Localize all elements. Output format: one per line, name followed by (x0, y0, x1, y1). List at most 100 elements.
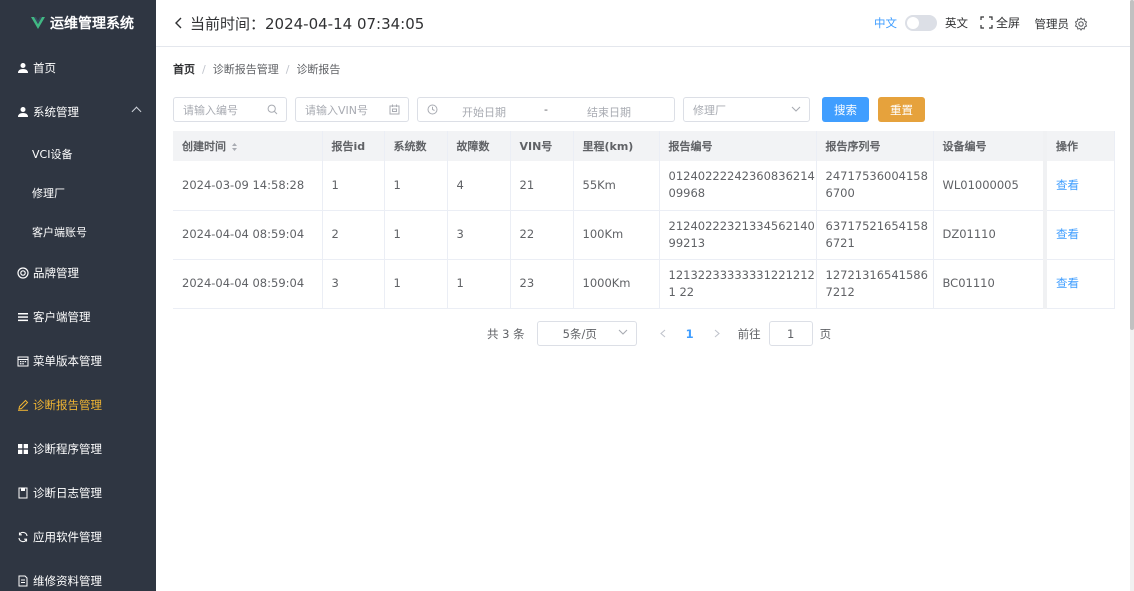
user-name: 管理员 (1034, 17, 1070, 31)
table-cell: 127213165415867212 (816, 259, 934, 309)
sidebar-item-diag-log[interactable]: 诊断日志管理 (0, 471, 156, 515)
code-search-input[interactable]: 请输入编号 (173, 97, 287, 122)
table-cell: 2024-04-04 08:59:04 (173, 210, 323, 260)
column-header: 操作 (1043, 131, 1115, 161)
back-chevron-icon[interactable] (174, 17, 186, 29)
breadcrumb: 首页 / 诊断报告管理 / 诊断报告 (173, 61, 340, 77)
table-cell: 1 (384, 259, 448, 309)
table-cell: 1 (384, 210, 448, 260)
sidebar-item-system[interactable]: 系统管理 (0, 90, 156, 134)
scrollbar-thumb[interactable] (1130, 0, 1134, 330)
sidebar-item-label: 诊断日志管理 (33, 486, 102, 500)
table-cell: 100Km (573, 210, 660, 260)
app-root: 运维管理系统 首页 系统管理 VCI设备 修理厂 客户端账号 品牌管理 客户端管… (0, 0, 1134, 591)
column-header: 报告序列号 (816, 131, 934, 161)
refresh-icon (17, 531, 29, 543)
fullscreen-button[interactable]: 全屏 (980, 14, 1020, 31)
clock-icon (427, 104, 438, 115)
sort-icon[interactable] (231, 142, 238, 152)
breadcrumb-separator: / (202, 62, 206, 76)
table-cell: 21 (510, 161, 574, 211)
grid-icon (17, 443, 29, 455)
column-header: 报告编号 (659, 131, 817, 161)
table-cell: 1 (447, 259, 511, 309)
sidebar-item-brand[interactable]: 品牌管理 (0, 251, 156, 295)
end-date-input[interactable]: 结束日期 (587, 104, 631, 120)
sidebar-item-home[interactable]: 首页 (0, 46, 156, 90)
sidebar-item-label: 维修资料管理 (33, 574, 102, 588)
lang-zh-label: 中文 (873, 15, 897, 30)
language-switch: 中文 英文 全屏 (874, 14, 1020, 31)
pagination-total: 共 3 条 (487, 326, 525, 341)
sidebar-item-repair-doc[interactable]: 维修资料管理 (0, 559, 156, 591)
repair-shop-select[interactable]: 修理厂 (683, 97, 810, 122)
sidebar-item-label: 客户端管理 (33, 310, 91, 324)
sidebar-subitem-vci[interactable]: VCI设备 (0, 134, 156, 173)
sidebar-item-menu-version[interactable]: 菜单版本管理 (0, 339, 156, 383)
table-cell: DZ01110 (933, 210, 1046, 260)
table-cell: 4 (447, 161, 511, 211)
breadcrumb-level2: 诊断报告 (296, 63, 341, 76)
sidebar-item-label: 修理厂 (32, 186, 65, 200)
sidebar-item-label: 诊断程序管理 (33, 442, 102, 456)
top-header: 当前时间：2024-04-14 07:34:05 中文 英文 全屏 管理员 (156, 0, 1130, 47)
breadcrumb-level1: 诊断报告管理 (212, 63, 279, 76)
column-header: VIN号 (510, 131, 574, 161)
table-cell: 3 (447, 210, 511, 260)
page-number-current[interactable]: 1 (686, 327, 694, 341)
search-button[interactable]: 搜索 (822, 97, 869, 122)
table-header-row: 创建时间 报告id 系统数 故障数 VIN号 里程(km) 报告编号 报告序列号… (173, 131, 1115, 161)
prev-page-button[interactable] (657, 328, 669, 340)
breadcrumb-home[interactable]: 首页 (173, 61, 195, 77)
sidebar: 运维管理系统 首页 系统管理 VCI设备 修理厂 客户端账号 品牌管理 客户端管… (0, 0, 156, 591)
view-link[interactable]: 查看 (1043, 210, 1115, 260)
calendar-icon (17, 355, 29, 367)
sidebar-item-label: VCI设备 (32, 147, 73, 161)
sidebar-item-diag-report[interactable]: 诊断报告管理 (0, 383, 156, 427)
vin-search-input[interactable]: 请输入VIN号 (295, 97, 409, 122)
table-cell: 121322333333312212121 22 (659, 259, 817, 309)
page-scrollbar[interactable] (1130, 0, 1134, 591)
code-placeholder: 请输入编号 (183, 103, 238, 117)
user-icon (17, 62, 29, 74)
table-row: 2024-04-04 08:59:04 3 1 1 23 1000Km 1213… (173, 259, 1115, 309)
view-link[interactable]: 查看 (1043, 161, 1115, 211)
table-cell: 2124022232133456214099213 (659, 210, 817, 260)
chevron-right-icon (714, 329, 720, 338)
page-size-value: 5条/页 (562, 326, 597, 341)
language-toggle[interactable] (904, 14, 937, 31)
date-range-picker[interactable]: 开始日期 - 结束日期 (417, 97, 675, 122)
sidebar-subitem-repair-shop[interactable]: 修理厂 (0, 173, 156, 212)
sidebar-item-app-software[interactable]: 应用软件管理 (0, 515, 156, 559)
table-cell: 55Km (573, 161, 660, 211)
app-title: 运维管理系统 (50, 16, 134, 32)
view-link[interactable]: 查看 (1043, 259, 1115, 309)
column-header-label: 创建时间 (182, 140, 226, 153)
sidebar-item-label: 首页 (33, 61, 56, 75)
list-icon (17, 311, 29, 323)
sidebar-item-client[interactable]: 客户端管理 (0, 295, 156, 339)
vin-placeholder: 请输入VIN号 (305, 103, 368, 117)
vue-logo-icon (31, 17, 45, 29)
search-icon (267, 104, 278, 115)
sidebar-item-diag-program[interactable]: 诊断程序管理 (0, 427, 156, 471)
goto-page-input[interactable]: 1 (768, 321, 813, 346)
table-cell: 2024-04-04 08:59:04 (173, 259, 323, 309)
column-header: 故障数 (447, 131, 511, 161)
sidebar-subitem-client-account[interactable]: 客户端账号 (0, 212, 156, 251)
page-size-select[interactable]: 5条/页 (536, 321, 637, 346)
repair-shop-placeholder: 修理厂 (693, 103, 726, 117)
start-date-input[interactable]: 开始日期 (462, 104, 506, 120)
column-header: 里程(km) (573, 131, 660, 161)
app-logo[interactable]: 运维管理系统 (0, 0, 156, 46)
chevron-down-icon (791, 106, 801, 112)
user-icon (17, 106, 29, 118)
column-header[interactable]: 创建时间 (173, 131, 323, 161)
sidebar-item-label: 菜单版本管理 (33, 354, 102, 368)
sidebar-item-label: 客户端账号 (32, 225, 87, 239)
current-time: 当前时间：2024-04-14 07:34:05 (190, 14, 425, 33)
column-header: 系统数 (384, 131, 448, 161)
next-page-button[interactable] (711, 328, 723, 340)
reset-button[interactable]: 重置 (878, 97, 925, 122)
user-menu[interactable]: 管理员 (1035, 16, 1089, 32)
